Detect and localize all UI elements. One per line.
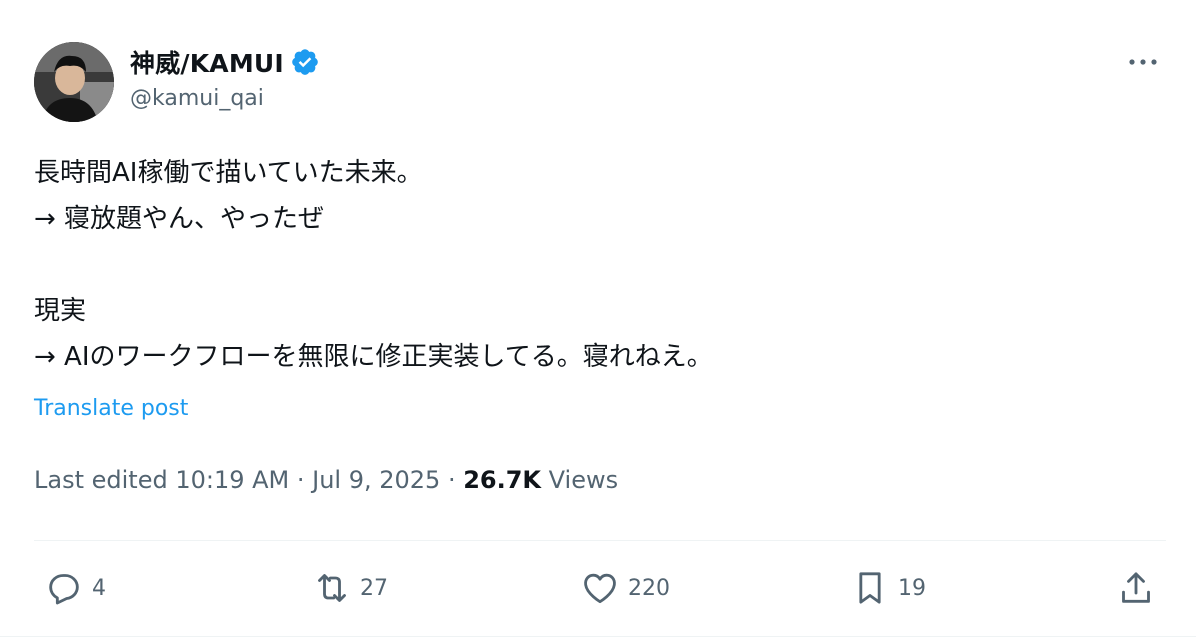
bookmark-count: 19 bbox=[898, 575, 926, 601]
tweet-text-line: → AIのワークフローを無限に修正実装してる。寝れねえ。 bbox=[34, 342, 713, 372]
verified-badge-icon[interactable] bbox=[290, 47, 320, 77]
tweet-text-line: 長時間AI稼働で描いていた未来。 bbox=[34, 158, 423, 188]
share-button[interactable] bbox=[1116, 566, 1156, 610]
display-name[interactable]: 神威/KAMUI bbox=[130, 44, 284, 80]
heart-icon bbox=[584, 573, 616, 604]
reply-count: 4 bbox=[92, 575, 106, 601]
reply-button[interactable]: 4 bbox=[44, 566, 106, 610]
like-count: 220 bbox=[628, 575, 670, 601]
tweet-text-line: 現実 bbox=[34, 296, 87, 326]
views-count[interactable]: 26.7K bbox=[463, 466, 541, 494]
avatar-photo-icon bbox=[34, 42, 114, 122]
translate-post-link[interactable]: Translate post bbox=[34, 396, 188, 421]
repost-icon bbox=[318, 574, 346, 602]
bookmark-button[interactable]: 19 bbox=[850, 566, 926, 610]
edited-timestamp[interactable]: Last edited 10:19 AM · Jul 9, 2025 · bbox=[34, 466, 463, 494]
avatar[interactable] bbox=[34, 42, 114, 122]
share-icon bbox=[1122, 572, 1150, 603]
repost-button[interactable]: 27 bbox=[312, 566, 388, 610]
tweet-text-line: → 寝放題やん、やったぜ bbox=[34, 204, 325, 234]
views-label: Views bbox=[541, 466, 619, 494]
bottom-divider bbox=[0, 636, 1196, 637]
author-handle[interactable]: @kamui_qai bbox=[130, 86, 264, 111]
author-name-row[interactable]: 神威/KAMUI bbox=[130, 44, 320, 80]
tweet-meta: Last edited 10:19 AM · Jul 9, 2025 · 26.… bbox=[34, 466, 618, 494]
action-bar: 4 27 220 19 bbox=[0, 566, 1196, 616]
tweet-text-line bbox=[34, 242, 713, 288]
like-button[interactable]: 220 bbox=[580, 566, 670, 610]
divider bbox=[34, 540, 1166, 541]
bookmark-icon bbox=[859, 572, 881, 604]
reply-icon bbox=[49, 574, 79, 605]
repost-count: 27 bbox=[360, 575, 388, 601]
more-horizontal-icon[interactable] bbox=[1126, 52, 1160, 72]
tweet-text: 長時間AI稼働で描いていた未来。 → 寝放題やん、やったぜ 現実 → AIのワー… bbox=[34, 150, 713, 380]
tweet-card: 神威/KAMUI @kamui_qai 長時間AI稼働で描いていた未来。 → 寝… bbox=[0, 0, 1196, 644]
